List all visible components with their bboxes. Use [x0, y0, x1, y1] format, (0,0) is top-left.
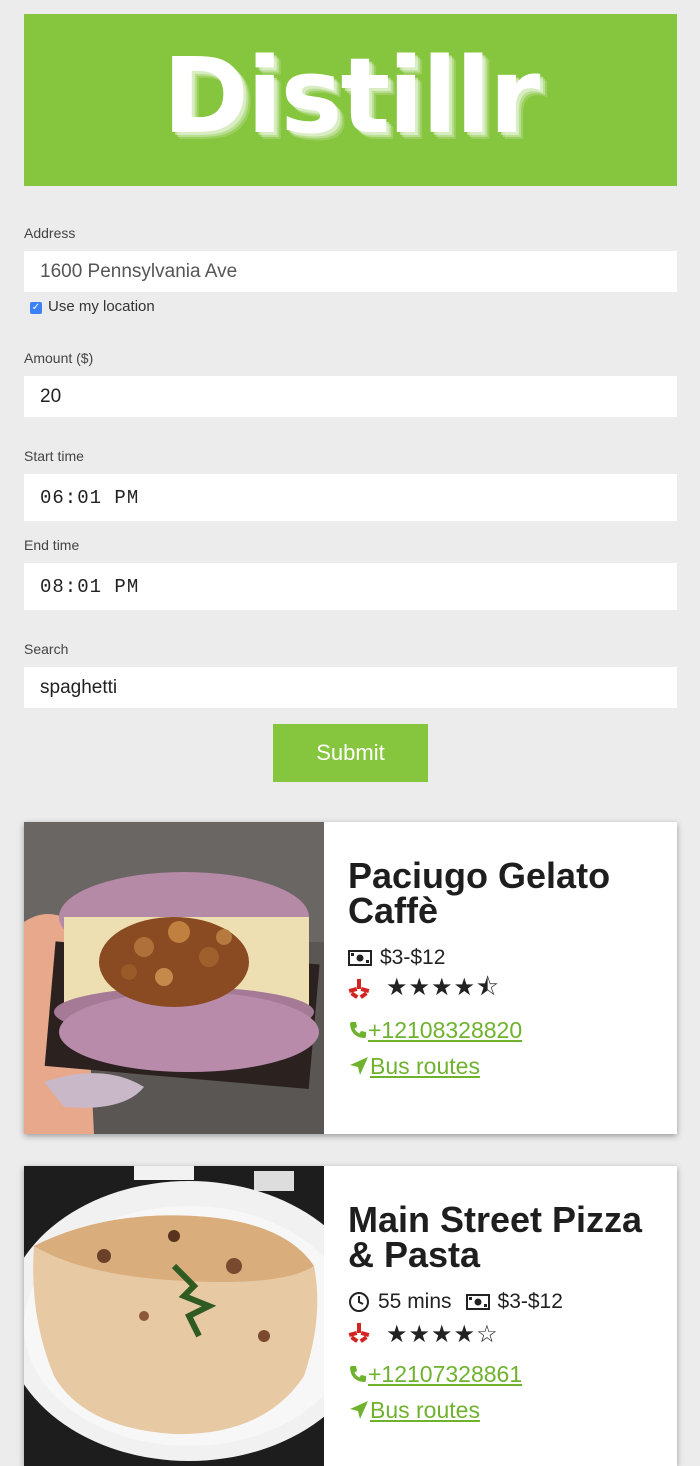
app-banner: Distillr: [24, 14, 677, 186]
search-input[interactable]: spaghetti: [24, 667, 677, 708]
location-arrow-icon: [350, 1057, 368, 1075]
phone-icon: [350, 1022, 366, 1038]
rating-row: ★★★★⯪: [348, 974, 657, 1006]
start-time-input[interactable]: 06:01 PM: [24, 474, 677, 521]
price-range: $3-$12: [380, 946, 446, 969]
travel-duration: 55 mins: [378, 1290, 452, 1313]
address-input[interactable]: 1600 Pennsylvania Ave: [24, 251, 677, 292]
submit-button[interactable]: Submit: [273, 724, 428, 782]
result-details: Main Street Pizza & Pasta 55 mins $3-$12…: [348, 1202, 657, 1428]
clock-icon: [349, 1292, 369, 1312]
money-icon: [465, 1294, 490, 1310]
star-rating: ★★★★⯪: [386, 973, 500, 1001]
price-range: $3-$12: [497, 1290, 563, 1313]
price-info: $3-$12: [348, 946, 445, 970]
end-time-label: End time: [24, 537, 80, 553]
start-time-label: Start time: [24, 448, 84, 464]
phone-number[interactable]: +12108328820: [368, 1017, 522, 1044]
amount-input[interactable]: 20: [24, 376, 677, 417]
price-info: $3-$12: [465, 1290, 563, 1314]
rating-row: ★★★★☆: [348, 1318, 657, 1350]
restaurant-photo: [24, 822, 324, 1134]
yelp-icon: [348, 979, 370, 999]
address-label: Address: [24, 225, 76, 241]
amount-label: Amount ($): [24, 350, 94, 366]
app-title: Distillr: [162, 35, 541, 157]
restaurant-name: Paciugo Gelato Caffè: [348, 855, 611, 931]
use-location-label: Use my location: [48, 298, 155, 315]
phone-number[interactable]: +12107328861: [368, 1361, 522, 1388]
bus-routes-label[interactable]: Bus routes: [370, 1397, 480, 1424]
money-icon: [348, 950, 372, 966]
result-details: Paciugo Gelato Caffè $3-$12 ★★★★⯪ +12108…: [348, 858, 657, 1084]
bus-routes-link[interactable]: Bus routes: [348, 1392, 657, 1428]
result-card[interactable]: Main Street Pizza & Pasta 55 mins $3-$12…: [24, 1166, 677, 1466]
bus-routes-link[interactable]: Bus routes: [348, 1048, 657, 1084]
phone-icon: [350, 1366, 366, 1382]
end-time-input[interactable]: 08:01 PM: [24, 563, 677, 610]
duration-info: 55 mins: [348, 1290, 452, 1314]
location-arrow-icon: [350, 1401, 368, 1419]
bus-routes-label[interactable]: Bus routes: [370, 1053, 480, 1080]
restaurant-name: Main Street Pizza & Pasta: [348, 1199, 643, 1275]
star-rating: ★★★★☆: [386, 1320, 499, 1348]
result-card[interactable]: Paciugo Gelato Caffè $3-$12 ★★★★⯪ +12108…: [24, 822, 677, 1134]
use-location-checkbox[interactable]: ✓: [30, 301, 42, 314]
restaurant-photo: [24, 1166, 324, 1466]
phone-link[interactable]: +12107328861: [348, 1356, 657, 1392]
yelp-icon: [348, 1323, 370, 1343]
phone-link[interactable]: +12108328820: [348, 1012, 657, 1048]
search-label: Search: [24, 641, 69, 657]
meta-row: 55 mins $3-$12: [348, 1286, 657, 1318]
use-location-row[interactable]: ✓ Use my location: [30, 298, 155, 315]
